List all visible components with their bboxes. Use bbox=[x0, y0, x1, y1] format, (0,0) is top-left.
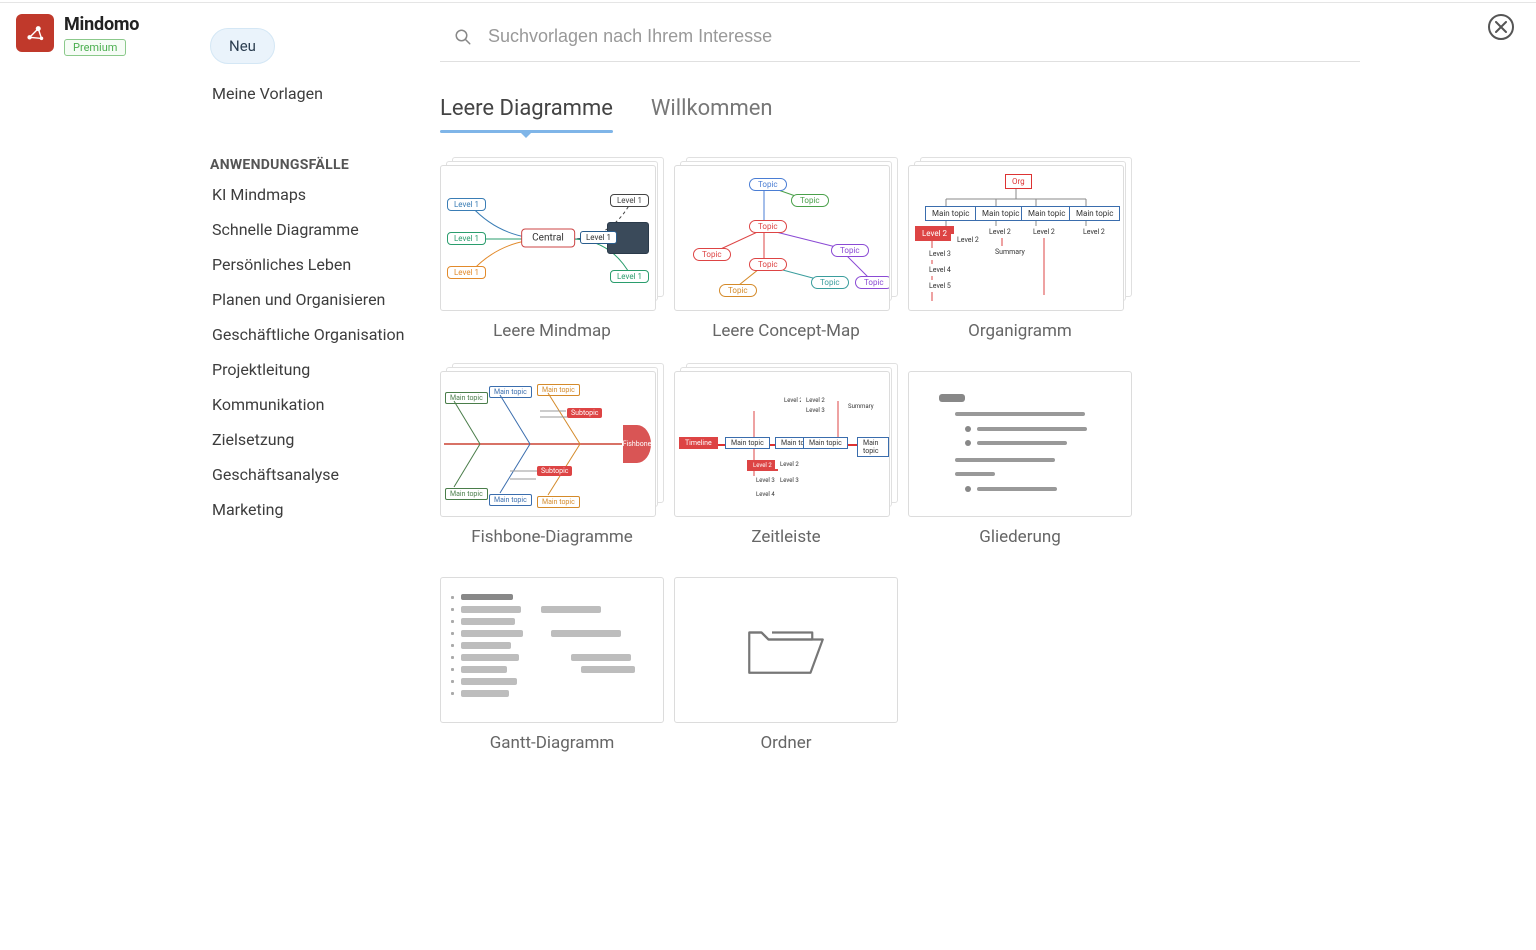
card-label-org: Organigramm bbox=[968, 321, 1072, 341]
sidebar-section-header: ANWENDUNGSFÄLLE bbox=[210, 157, 430, 173]
brand-logo-icon bbox=[22, 20, 48, 46]
sidebar-new-button[interactable]: Neu bbox=[210, 28, 275, 64]
card-blank-concept-map[interactable]: Topic Topic Topic Topic Topic Topic Topi… bbox=[674, 165, 898, 341]
folder-icon bbox=[741, 615, 831, 685]
sidebar-item-communication[interactable]: Kommunikation bbox=[210, 387, 430, 422]
close-icon bbox=[1495, 21, 1507, 33]
card-label-concept: Leere Concept-Map bbox=[712, 321, 860, 341]
thumb-timeline: Timeline Main topic Main topic Main topi… bbox=[674, 371, 890, 517]
thumb-mindmap: Central Level 1 Level 1 Level 1 Level 1 … bbox=[440, 165, 656, 311]
main-content: Leere Diagramme Willkommen Central bbox=[440, 20, 1360, 753]
card-timeline[interactable]: Timeline Main topic Main topic Main topi… bbox=[674, 371, 898, 547]
top-divider bbox=[0, 2, 1536, 3]
sidebar-my-templates[interactable]: Meine Vorlagen bbox=[210, 76, 430, 111]
card-label-outline: Gliederung bbox=[979, 527, 1061, 547]
card-label-gantt: Gantt-Diagramm bbox=[490, 733, 615, 753]
mindmap-central-label: Central bbox=[521, 229, 575, 248]
template-grid: Central Level 1 Level 1 Level 1 Level 1 … bbox=[440, 165, 1360, 753]
card-outline[interactable]: Gliederung bbox=[908, 371, 1132, 547]
tab-welcome[interactable]: Willkommen bbox=[651, 96, 773, 131]
tabs: Leere Diagramme Willkommen bbox=[440, 96, 1360, 131]
sidebar-item-marketing[interactable]: Marketing bbox=[210, 492, 430, 527]
card-org-chart[interactable]: Org Main topic Main topic Main topic Mai… bbox=[908, 165, 1132, 341]
brand-name: Mindomo bbox=[64, 14, 139, 35]
sidebar-item-plan-organize[interactable]: Planen und Organisieren bbox=[210, 282, 430, 317]
thumb-gantt bbox=[440, 577, 664, 723]
thumb-fishbone: Fishbone Main topic Main topic Main topi… bbox=[440, 371, 656, 517]
sidebar-item-business-analysis[interactable]: Geschäftsanalyse bbox=[210, 457, 430, 492]
brand-logo bbox=[16, 14, 54, 52]
brand-block: Mindomo Premium bbox=[16, 14, 139, 56]
sidebar-item-project-mgmt[interactable]: Projektleitung bbox=[210, 352, 430, 387]
sidebar-item-business-org[interactable]: Geschäftliche Organisation bbox=[210, 317, 430, 352]
card-label-fishbone: Fishbone-Diagramme bbox=[471, 527, 633, 547]
card-blank-mindmap[interactable]: Central Level 1 Level 1 Level 1 Level 1 … bbox=[440, 165, 664, 341]
sidebar-item-ai-mindmaps[interactable]: KI Mindmaps bbox=[210, 177, 430, 212]
thumb-concept: Topic Topic Topic Topic Topic Topic Topi… bbox=[674, 165, 890, 311]
sidebar-item-quick-diagrams[interactable]: Schnelle Diagramme bbox=[210, 212, 430, 247]
sidebar: Neu Meine Vorlagen ANWENDUNGSFÄLLE KI Mi… bbox=[210, 28, 430, 527]
card-label-mindmap: Leere Mindmap bbox=[493, 321, 611, 341]
thumb-outline bbox=[908, 371, 1132, 517]
search-icon bbox=[454, 28, 472, 46]
card-label-folder: Ordner bbox=[760, 733, 811, 753]
thumb-folder bbox=[674, 577, 898, 723]
card-folder[interactable]: Ordner bbox=[674, 577, 898, 753]
card-label-timeline: Zeitleiste bbox=[751, 527, 820, 547]
close-button[interactable] bbox=[1488, 14, 1514, 40]
search-bar[interactable] bbox=[440, 20, 1360, 62]
sidebar-item-goals[interactable]: Zielsetzung bbox=[210, 422, 430, 457]
tab-empty-diagrams[interactable]: Leere Diagramme bbox=[440, 96, 613, 131]
thumb-org: Org Main topic Main topic Main topic Mai… bbox=[908, 165, 1124, 311]
card-gantt[interactable]: Gantt-Diagramm bbox=[440, 577, 664, 753]
premium-badge: Premium bbox=[64, 39, 126, 56]
search-input[interactable] bbox=[488, 26, 1360, 47]
card-fishbone[interactable]: Fishbone Main topic Main topic Main topi… bbox=[440, 371, 664, 547]
sidebar-item-personal-life[interactable]: Persönliches Leben bbox=[210, 247, 430, 282]
